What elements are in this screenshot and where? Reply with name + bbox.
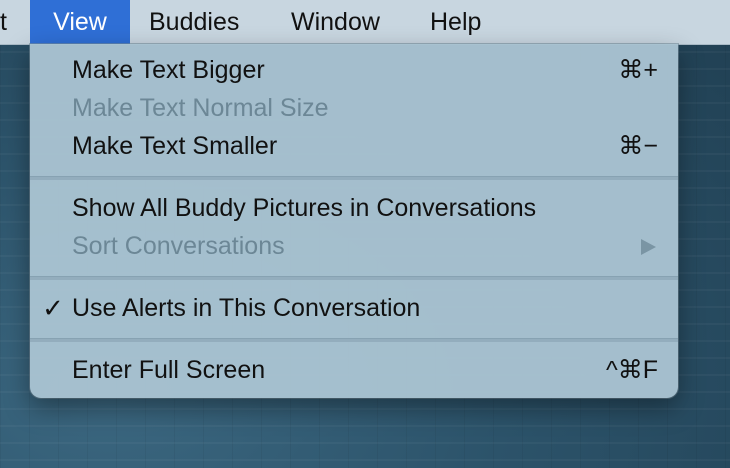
menu-item-label: Sort Conversations bbox=[72, 232, 285, 260]
menu-item-show-all-buddy-pictures[interactable]: Show All Buddy Pictures in Conversations bbox=[30, 189, 678, 227]
menu-item-enter-full-screen[interactable]: Enter Full Screen ^⌘F bbox=[30, 351, 678, 389]
shortcut-label: ⌘+ bbox=[618, 56, 658, 84]
menu-window[interactable]: Window bbox=[291, 0, 380, 44]
menu-item-label: Make Text Bigger bbox=[72, 56, 265, 84]
menu-help[interactable]: Help bbox=[430, 0, 481, 44]
menu-edit[interactable]: t bbox=[0, 0, 12, 44]
menu-item-use-alerts[interactable]: ✓ Use Alerts in This Conversation bbox=[30, 289, 678, 327]
menu-item-label: Make Text Smaller bbox=[72, 132, 278, 160]
menu-separator bbox=[30, 176, 678, 180]
menu-item-label: Use Alerts in This Conversation bbox=[72, 294, 421, 322]
menu-item-make-text-bigger[interactable]: Make Text Bigger ⌘+ bbox=[30, 51, 678, 89]
menu-item-sort-conversations: Sort Conversations bbox=[30, 227, 678, 265]
menu-item-label: Enter Full Screen bbox=[72, 356, 266, 384]
menu-bar: t View Buddies Window Help bbox=[0, 0, 730, 45]
shortcut-label: ⌘− bbox=[618, 132, 658, 160]
menu-view[interactable]: View bbox=[30, 0, 130, 44]
shortcut-label: ^⌘F bbox=[605, 356, 658, 384]
menu-separator bbox=[30, 338, 678, 342]
submenu-arrow-icon bbox=[641, 239, 656, 255]
menu-item-label: Show All Buddy Pictures in Conversations bbox=[72, 194, 537, 222]
menu-buddies[interactable]: Buddies bbox=[149, 0, 239, 44]
checkmark-icon: ✓ bbox=[42, 293, 64, 323]
menu-item-label: Make Text Normal Size bbox=[72, 94, 329, 122]
menu-item-make-text-smaller[interactable]: Make Text Smaller ⌘− bbox=[30, 127, 678, 165]
menu-item-make-text-normal-size: Make Text Normal Size bbox=[30, 89, 678, 127]
menu-separator bbox=[30, 276, 678, 280]
view-menu-dropdown: Make Text Bigger ⌘+ Make Text Normal Siz… bbox=[30, 44, 678, 398]
